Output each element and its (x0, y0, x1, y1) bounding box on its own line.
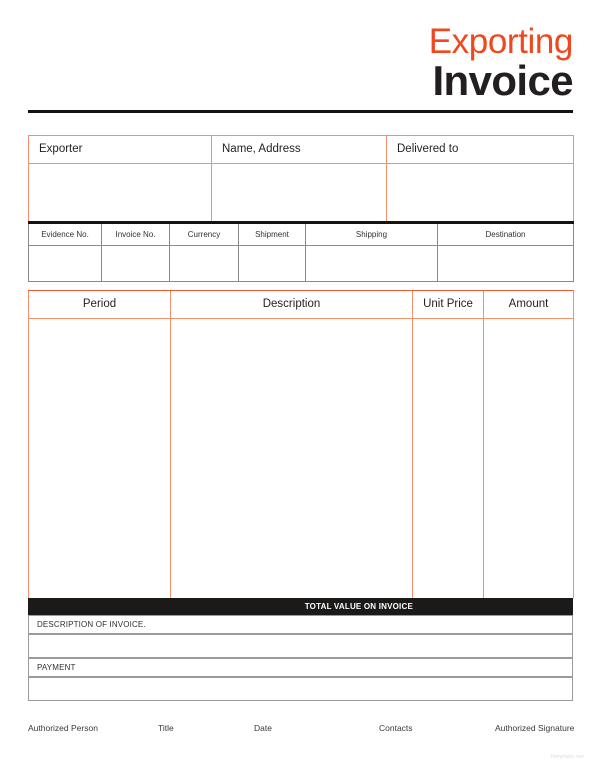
meta-body-row (28, 245, 574, 282)
line-items-table: Period Description Unit Price Amount (28, 290, 574, 598)
total-value-label: TOTAL VALUE ON INVOICE (304, 602, 413, 611)
items-field-description[interactable] (170, 318, 413, 598)
meta-header-evidence-no: Evidence No. (28, 221, 102, 246)
parties-label-name-address: Name, Address (222, 143, 301, 155)
parties-field-delivered-to[interactable] (386, 163, 574, 222)
meta-field-invoice-no[interactable] (101, 245, 170, 282)
parties-header-exporter: Exporter (28, 135, 212, 164)
total-value-bar: TOTAL VALUE ON INVOICE (28, 598, 573, 615)
parties-label-exporter: Exporter (39, 143, 83, 155)
meta-label-destination: Destination (485, 230, 526, 239)
meta-header-row: Evidence No. Invoice No. Currency Shipme… (28, 221, 574, 246)
meta-label-shipping: Shipping (355, 230, 388, 239)
items-body-row (28, 318, 574, 598)
description-of-invoice-label-row: DESCRIPTION OF INVOICE. (28, 615, 573, 634)
shipment-meta-table: Evidence No. Invoice No. Currency Shipme… (28, 221, 574, 282)
meta-header-currency: Currency (169, 221, 239, 246)
payment-label-row: PAYMENT (28, 658, 573, 677)
parties-table: Exporter Name, Address Delivered to (28, 135, 574, 222)
footer-label-authorized-person: Authorized Person (28, 723, 98, 733)
meta-field-evidence-no[interactable] (28, 245, 102, 282)
items-label-period: Period (82, 298, 117, 310)
meta-header-shipping: Shipping (305, 221, 438, 246)
items-header-unit-price: Unit Price (412, 290, 484, 319)
meta-label-currency: Currency (187, 230, 221, 239)
watermark: Template.net (550, 754, 584, 760)
meta-field-shipment[interactable] (238, 245, 306, 282)
signature-footer: Authorized Person Title Date Contacts Au… (28, 722, 575, 734)
items-header-row: Period Description Unit Price Amount (28, 290, 574, 319)
items-header-description: Description (170, 290, 413, 319)
meta-label-evidence-no: Evidence No. (41, 230, 89, 239)
items-field-period[interactable] (28, 318, 171, 598)
footer-label-title: Title (158, 723, 174, 733)
meta-header-shipment: Shipment (238, 221, 306, 246)
document-title: Exporting Invoice (28, 22, 574, 104)
payment-field[interactable] (28, 677, 573, 701)
parties-header-delivered-to: Delivered to (386, 135, 574, 164)
parties-header-name-address: Name, Address (211, 135, 387, 164)
parties-field-exporter[interactable] (28, 163, 212, 222)
meta-field-currency[interactable] (169, 245, 239, 282)
parties-header-row: Exporter Name, Address Delivered to (28, 135, 574, 164)
parties-label-delivered-to: Delivered to (397, 143, 459, 155)
items-header-amount: Amount (483, 290, 574, 319)
items-label-amount: Amount (508, 298, 549, 310)
footer-label-authorized-signature: Authorized Signature (495, 723, 575, 733)
parties-field-name-address[interactable] (211, 163, 387, 222)
meta-label-shipment: Shipment (255, 230, 289, 239)
items-field-amount[interactable] (483, 318, 574, 598)
description-of-invoice-label: DESCRIPTION OF INVOICE. (37, 620, 146, 629)
title-line-exporting: Exporting (428, 22, 574, 61)
items-field-unit-price[interactable] (412, 318, 484, 598)
title-divider-rule (28, 110, 573, 113)
meta-label-invoice-no: Invoice No. (115, 230, 156, 239)
items-header-period: Period (28, 290, 171, 319)
parties-body-row (28, 163, 574, 222)
invoice-page: Exporting Invoice Exporter Name, Address… (0, 0, 600, 771)
meta-header-invoice-no: Invoice No. (101, 221, 170, 246)
footer-label-date: Date (254, 723, 272, 733)
meta-field-destination[interactable] (437, 245, 574, 282)
meta-field-shipping[interactable] (305, 245, 438, 282)
items-label-unit-price: Unit Price (423, 298, 473, 310)
meta-header-destination: Destination (437, 221, 574, 246)
footer-label-contacts: Contacts (379, 723, 413, 733)
title-line-invoice: Invoice (432, 57, 573, 104)
description-of-invoice-field[interactable] (28, 634, 573, 658)
payment-label: PAYMENT (37, 663, 76, 672)
items-label-description: Description (262, 298, 321, 310)
